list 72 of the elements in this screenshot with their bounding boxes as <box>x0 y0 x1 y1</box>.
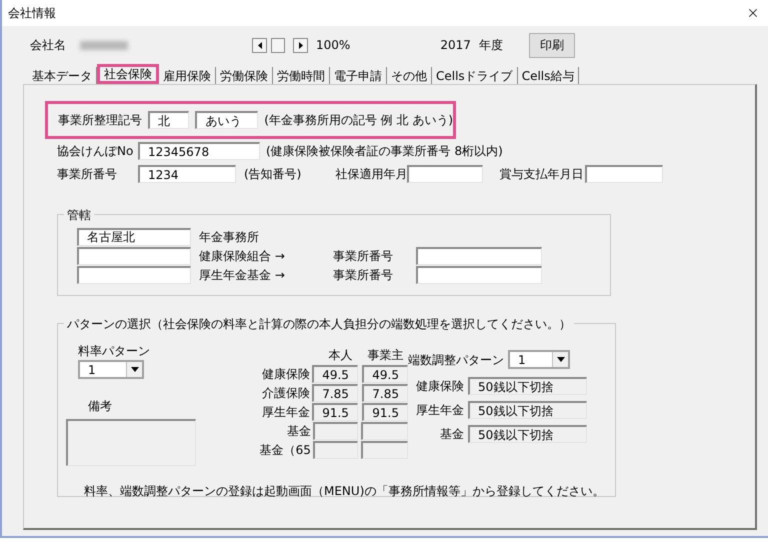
text-field[interactable]: 50銭以下切捨 <box>468 377 587 395</box>
field-label: 事業所番号 <box>333 248 394 264</box>
field-label: 会社名 <box>30 37 66 54</box>
field-label: 介護保険 <box>261 385 312 402</box>
field-label: 協会けんぽNo <box>57 143 134 160</box>
text-field[interactable]: 50銭以下切捨 <box>468 401 587 419</box>
field-label: 事業所番号 <box>57 166 118 183</box>
text-field[interactable]: 12345678 <box>138 142 260 160</box>
text-field[interactable]: あいう <box>195 111 258 129</box>
window-title: 会社情報 <box>8 5 56 22</box>
field-label: 社保適用年月 <box>335 166 408 183</box>
close-icon[interactable] <box>746 6 760 20</box>
field-label: 基金 <box>286 423 312 440</box>
field-label: 厚生年金基金 → <box>199 266 286 284</box>
instruction-text: 料率、端数調整パターンの登録は起動画面（MENU)の「事務所情報等」から登録してください。 <box>84 483 606 500</box>
left-triangle-icon <box>258 42 262 48</box>
group-title: 管轄 <box>64 206 94 224</box>
scroll-right-button[interactable] <box>293 38 308 52</box>
field-label: 事業所番号 <box>333 266 394 284</box>
year-value: 2017 <box>440 37 471 54</box>
zoom-level: 100% <box>316 37 350 54</box>
text-field[interactable]: 北 <box>148 111 190 129</box>
text-field[interactable]: 49.5 <box>362 365 408 383</box>
text-field[interactable] <box>77 246 191 264</box>
field-label: 端数調整パターン <box>408 352 504 368</box>
text-field[interactable] <box>77 266 191 284</box>
column-header: 本人 <box>328 347 354 364</box>
text-field[interactable]: 名古屋北 <box>77 228 191 246</box>
text-field[interactable]: 7.85 <box>362 384 408 402</box>
scroll-left-button[interactable] <box>252 38 267 52</box>
text-field[interactable] <box>361 422 408 440</box>
text-field[interactable]: 91.5 <box>362 403 408 421</box>
text-field[interactable] <box>312 422 358 440</box>
text-field[interactable]: 49.5 <box>312 365 358 383</box>
dropdown[interactable]: 1 <box>508 350 570 369</box>
field-label: 年度 <box>478 37 503 54</box>
field-label: 健康保険組合 → <box>199 248 286 264</box>
field-label: 健康保険 <box>415 378 465 395</box>
field-label: 事業所整理記号 <box>58 112 142 129</box>
hint-text: (告知番号) <box>244 166 302 183</box>
field-label: 厚生年金 <box>261 404 312 421</box>
dropdown-arrow-icon <box>130 367 138 372</box>
redacted-text <box>80 40 128 50</box>
dropdown-arrow-icon <box>556 357 564 362</box>
text-field[interactable]: 1234 <box>138 165 236 183</box>
remarks-field[interactable] <box>66 419 196 466</box>
text-field[interactable] <box>407 165 484 183</box>
field-label: 厚生年金 <box>415 402 465 419</box>
scroll-thumb[interactable] <box>271 38 285 52</box>
text-field[interactable]: 91.5 <box>312 403 358 421</box>
right-triangle-icon <box>298 42 302 48</box>
text-field[interactable] <box>312 441 358 459</box>
text-field[interactable] <box>361 441 408 459</box>
tab[interactable]: 社会保険 <box>97 64 159 84</box>
text-field[interactable] <box>416 266 542 284</box>
field-label: 基金 <box>439 426 465 443</box>
field-label: 料率パターン <box>78 343 151 360</box>
field-label: 基金（65 <box>258 442 312 459</box>
group-title: パターンの選択（社会保険の料率と計算の際の本人負担分の端数処理を選択してください。） <box>64 315 574 333</box>
text-field[interactable] <box>416 246 542 264</box>
field-label: 健康保険 <box>261 366 312 383</box>
field-label: 年金事務所 <box>199 228 260 246</box>
text-field[interactable]: 50銭以下切捨 <box>468 425 587 443</box>
dropdown[interactable]: 1 <box>78 360 144 379</box>
text-field[interactable]: 7.85 <box>312 384 358 402</box>
column-header: 事業主 <box>366 347 404 364</box>
field-label: 備考 <box>88 398 113 415</box>
hint-text: (年金事務所用の記号 例 北 あいう) <box>264 112 453 129</box>
hint-text: (健康保険被保険者証の事業所番号 8桁以内) <box>266 143 503 160</box>
text-field[interactable] <box>585 165 664 183</box>
field-label: 賞与支払年月日 <box>499 166 584 183</box>
print-button[interactable]: 印刷 <box>528 32 575 58</box>
